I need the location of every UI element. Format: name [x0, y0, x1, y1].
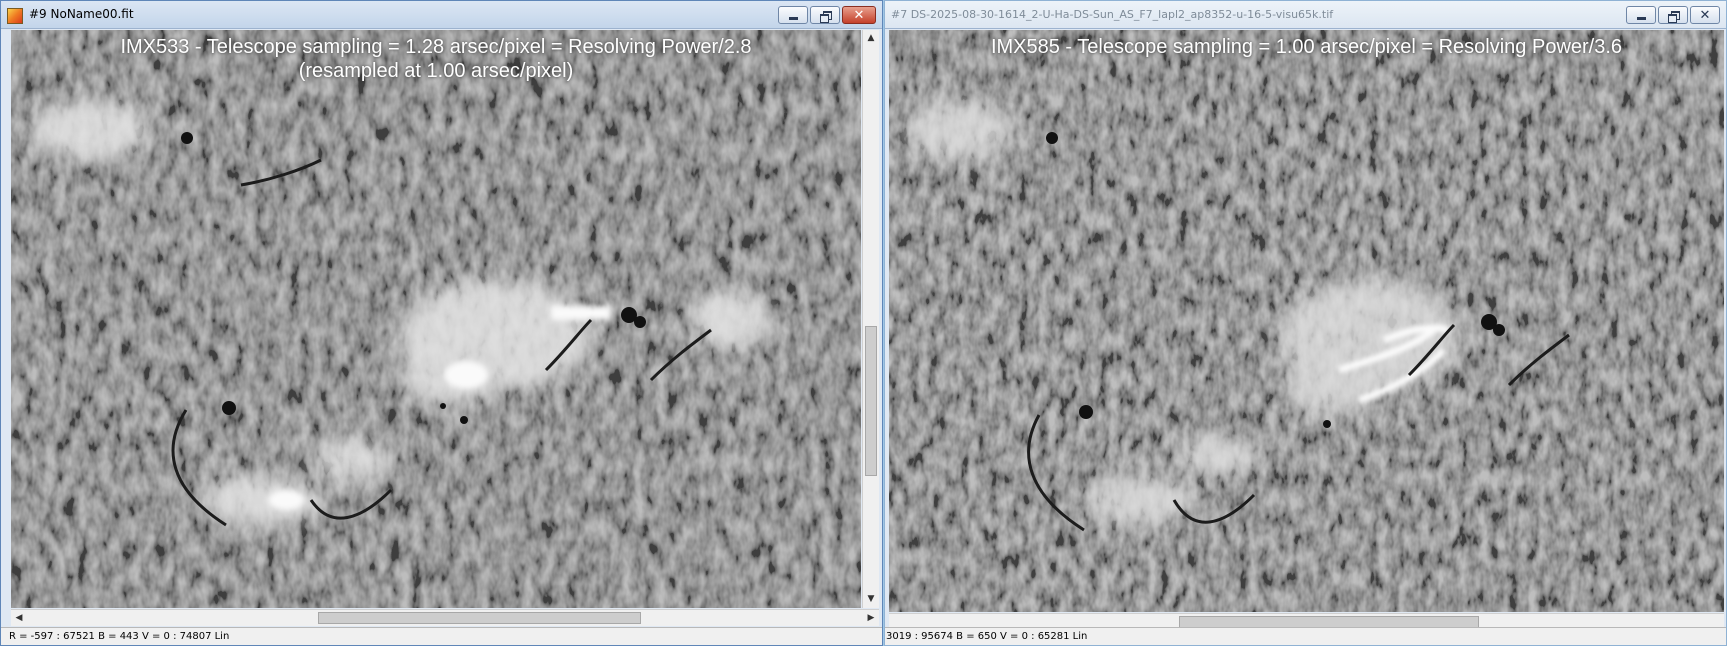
- left-image-caption: IMX533 - Telescope sampling = 1.28 arsec…: [120, 36, 752, 58]
- minimize-icon: [1636, 16, 1646, 20]
- left-restore-button[interactable]: [810, 6, 840, 24]
- scroll-down-icon[interactable]: ▼: [863, 591, 879, 608]
- left-minimize-button[interactable]: [778, 6, 808, 24]
- right-status-bar: 3019 : 95674 B = 650 V = 0 : 65281 Lin: [885, 627, 1726, 645]
- right-minimize-button[interactable]: [1626, 6, 1656, 24]
- left-vertical-scrollbar[interactable]: ▲ ▼: [862, 30, 879, 608]
- restore-icon: [1667, 10, 1680, 23]
- right-image-caption: IMX585 - Telescope sampling = 1.00 arsec…: [990, 36, 1623, 58]
- left-solar-image[interactable]: IMX533 - Telescope sampling = 1.28 arsec…: [11, 30, 861, 608]
- left-vertical-scroll-thumb[interactable]: [865, 326, 877, 476]
- right-solar-image[interactable]: IMX585 - Telescope sampling = 1.00 arsec…: [889, 30, 1724, 612]
- right-title-bar[interactable]: #7 DS-2025-08-30-1614_2-U-Ha-DS-Sun_AS_F…: [885, 1, 1726, 29]
- right-restore-button[interactable]: [1658, 6, 1688, 24]
- left-image-window[interactable]: #9 NoName00.fit ✕ IMX533 - Telescope sam…: [0, 0, 883, 646]
- scroll-up-icon[interactable]: ▲: [863, 30, 879, 47]
- right-solar-image-graphic: [889, 30, 1724, 612]
- left-horizontal-scroll-thumb[interactable]: [318, 612, 641, 624]
- scroll-left-icon[interactable]: ◀: [11, 610, 27, 626]
- left-solar-image-graphic: [11, 30, 861, 608]
- image-file-icon: [7, 8, 23, 24]
- right-close-button[interactable]: ✕: [1690, 6, 1720, 24]
- right-image-window[interactable]: #7 DS-2025-08-30-1614_2-U-Ha-DS-Sun_AS_F…: [884, 0, 1727, 646]
- minimize-icon: [788, 16, 798, 20]
- left-horizontal-scrollbar[interactable]: ◀ ▶: [11, 609, 879, 626]
- left-status-bar: R = -597 : 67521 B = 443 V = 0 : 74807 L…: [1, 627, 882, 645]
- left-close-button[interactable]: ✕: [842, 6, 876, 24]
- right-window-title: #7 DS-2025-08-30-1614_2-U-Ha-DS-Sun_AS_F…: [891, 8, 1334, 21]
- scroll-right-icon[interactable]: ▶: [863, 610, 879, 626]
- left-window-title: #9 NoName00.fit: [29, 7, 134, 21]
- restore-icon: [819, 10, 832, 23]
- close-icon: ✕: [853, 7, 865, 23]
- left-title-bar[interactable]: #9 NoName00.fit ✕: [1, 1, 882, 29]
- left-image-caption-sub: (resampled at 1.00 arsec/pixel): [298, 60, 574, 82]
- close-icon: ✕: [1699, 7, 1711, 23]
